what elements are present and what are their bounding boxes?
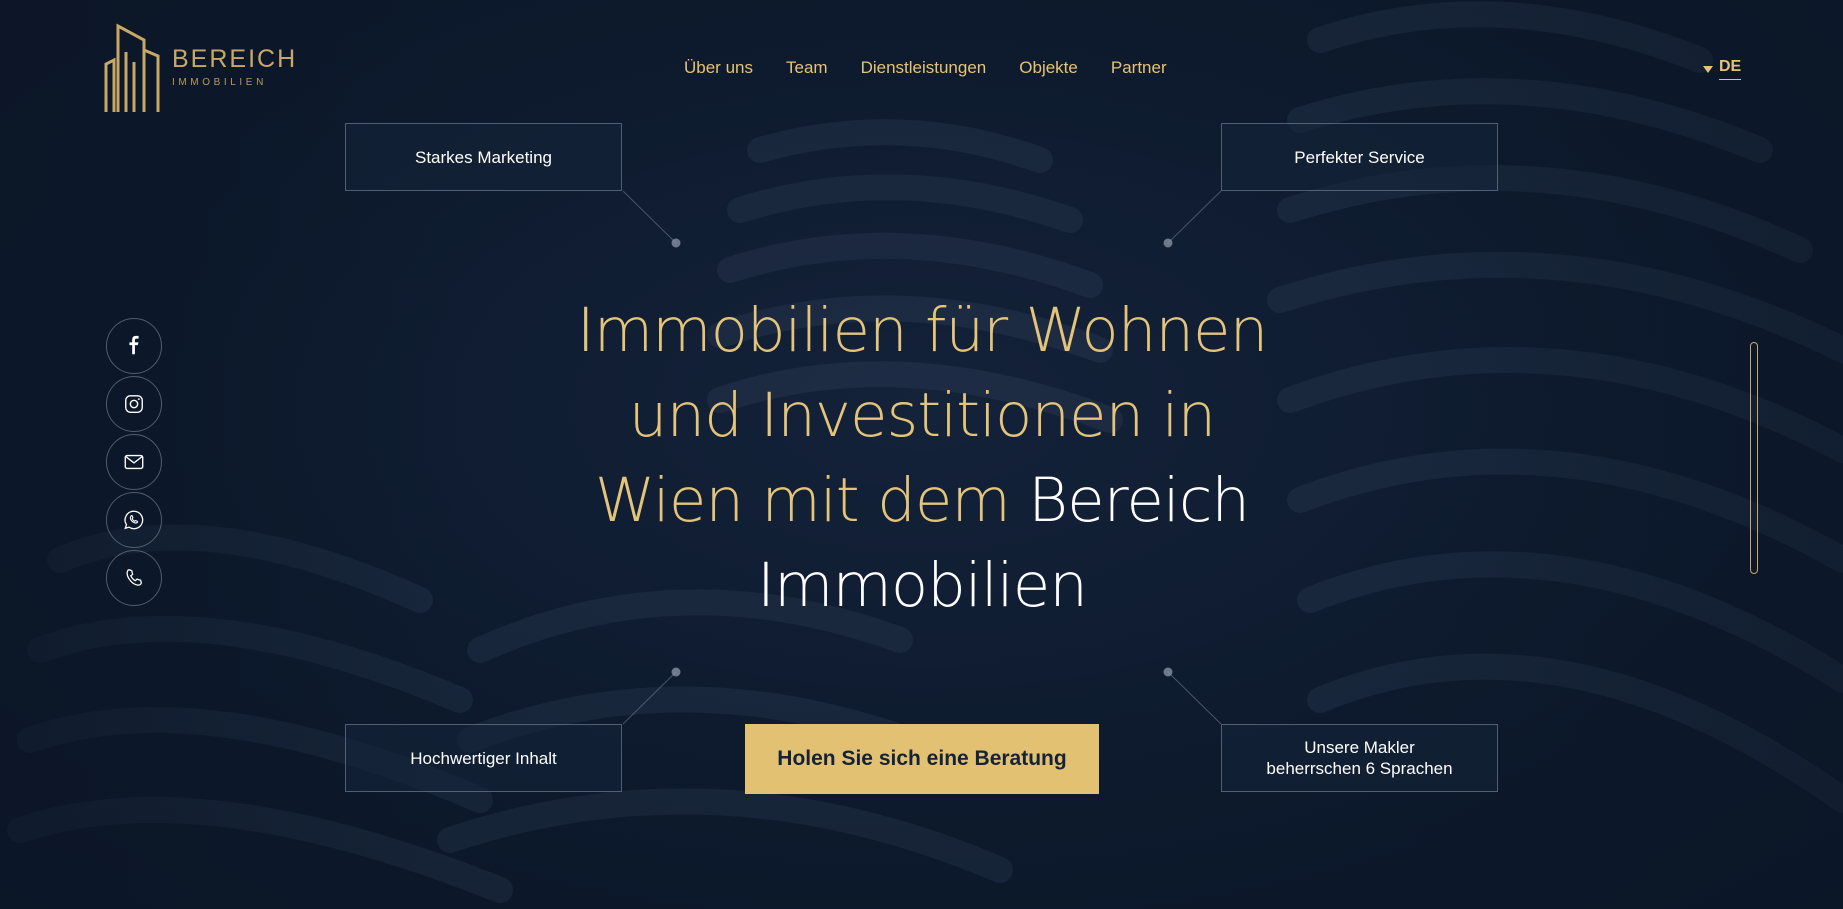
brand-name: BEREICH bbox=[172, 44, 298, 73]
main-nav: Über uns Team Dienstleistungen Objekte P… bbox=[684, 58, 1167, 78]
headline-line-1: Immobilien für Wohnen bbox=[576, 295, 1268, 366]
language-selector[interactable]: DE bbox=[1703, 58, 1742, 80]
feature-label-line1: Unsere Makler bbox=[1304, 738, 1415, 757]
headline-line-2: und Investitionen in bbox=[628, 380, 1216, 451]
language-label: DE bbox=[1719, 58, 1742, 80]
nav-item-objekte[interactable]: Objekte bbox=[1019, 58, 1078, 78]
caret-down-icon bbox=[1703, 65, 1713, 73]
feature-label: Hochwertiger Inhalt bbox=[410, 748, 557, 768]
scroll-indicator[interactable] bbox=[1750, 342, 1758, 574]
mail-icon bbox=[124, 454, 144, 470]
feature-quality-content: Hochwertiger Inhalt bbox=[345, 724, 622, 792]
nav-item-team[interactable]: Team bbox=[786, 58, 828, 78]
hero-page: BEREICH IMMOBILIEN Über uns Team Dienstl… bbox=[0, 0, 1843, 909]
facebook-icon bbox=[129, 335, 139, 355]
phone-button[interactable] bbox=[106, 550, 162, 606]
consultation-button[interactable]: Holen Sie sich eine Beratung bbox=[745, 724, 1099, 794]
feature-label-line2: beherrschen 6 Sprachen bbox=[1266, 759, 1453, 778]
nav-item-ueber-uns[interactable]: Über uns bbox=[684, 58, 753, 78]
building-logo-icon bbox=[104, 23, 160, 112]
headline-line-4: Immobilien bbox=[757, 550, 1088, 621]
phone-icon bbox=[126, 569, 143, 586]
feature-label: Starkes Marketing bbox=[415, 147, 552, 167]
logo[interactable]: BEREICH IMMOBILIEN bbox=[104, 22, 297, 112]
headline-line-3-white: Bereich bbox=[1028, 465, 1250, 536]
whatsapp-icon bbox=[124, 510, 144, 530]
social-links bbox=[106, 318, 162, 608]
nav-item-dienstleistungen[interactable]: Dienstleistungen bbox=[861, 58, 987, 78]
headline-line-3-gold: Wien mit dem bbox=[594, 465, 1011, 536]
hero-headline: Immobilien für Wohnen und Investitionen … bbox=[521, 288, 1323, 628]
brand-subtitle: IMMOBILIEN bbox=[172, 76, 267, 88]
feature-perfect-service: Perfekter Service bbox=[1221, 123, 1498, 191]
instagram-icon bbox=[125, 395, 143, 413]
feature-label: Perfekter Service bbox=[1294, 147, 1425, 167]
facebook-button[interactable] bbox=[106, 318, 162, 374]
feature-strong-marketing: Starkes Marketing bbox=[345, 123, 622, 191]
feature-languages: Unsere Makler beherrschen 6 Sprachen bbox=[1221, 724, 1498, 792]
instagram-button[interactable] bbox=[106, 376, 162, 432]
mail-button[interactable] bbox=[106, 434, 162, 490]
whatsapp-button[interactable] bbox=[106, 492, 162, 548]
nav-item-partner[interactable]: Partner bbox=[1111, 58, 1167, 78]
